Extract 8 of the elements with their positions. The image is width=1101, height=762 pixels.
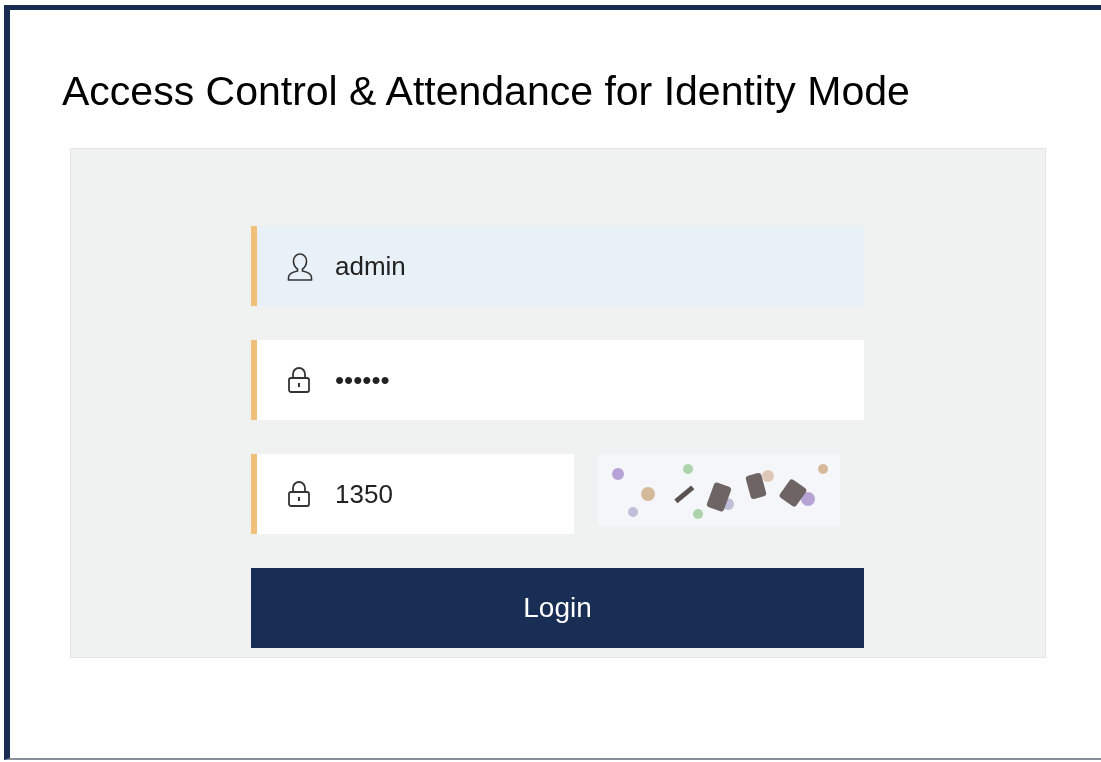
login-button[interactable]: Login — [251, 568, 864, 649]
page-title: Access Control & Attendance for Identity Mode — [61, 67, 911, 116]
input-field[interactable]: 1350 — [251, 454, 574, 535]
input-field[interactable]: admin — [251, 226, 864, 307]
lock-icon — [287, 480, 311, 509]
lock-icon — [287, 366, 311, 395]
input-field[interactable]: •••••• — [251, 340, 864, 421]
user-icon — [287, 252, 313, 283]
